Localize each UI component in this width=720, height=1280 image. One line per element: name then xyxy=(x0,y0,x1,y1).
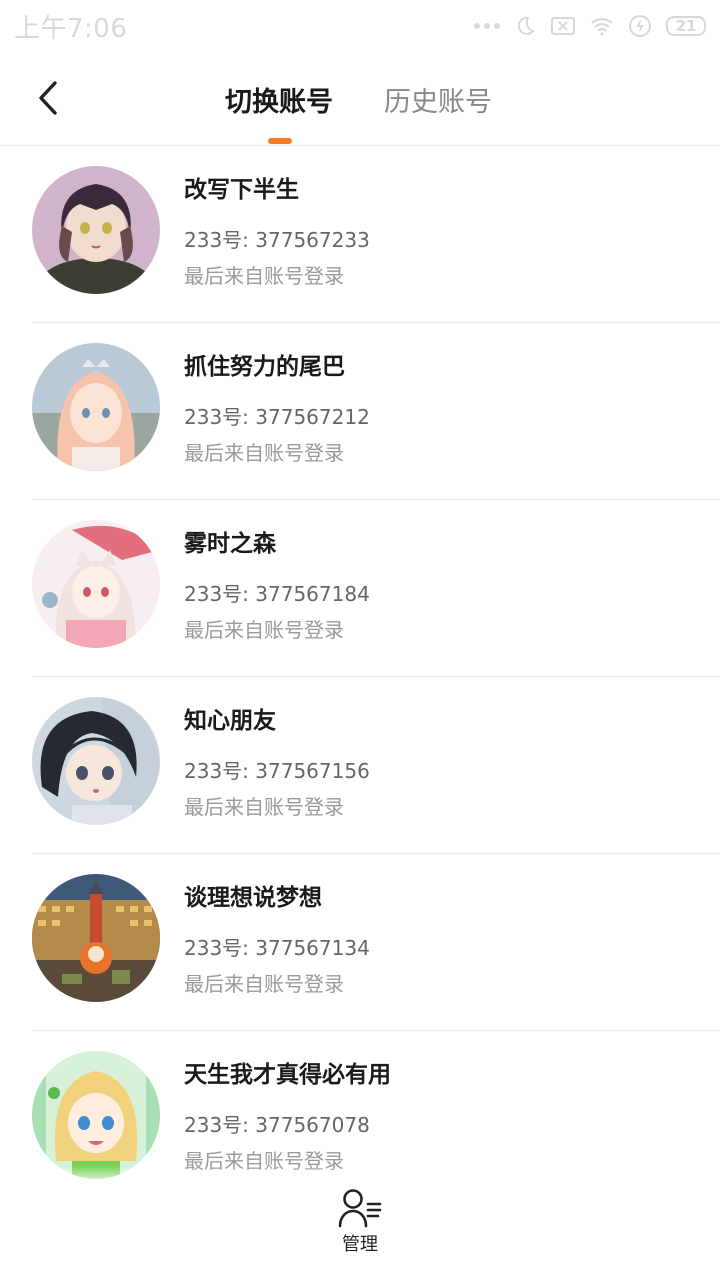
back-button[interactable] xyxy=(26,74,70,122)
status-bar: 上午7:06 21 xyxy=(0,0,720,52)
account-list: 改写下半生 233号: 377567233 最后来自账号登录 抓住努力的尾巴 2… xyxy=(0,146,720,1208)
account-id: 233号: 377567156 xyxy=(184,759,370,783)
moon-icon xyxy=(517,16,535,35)
tab-indicator xyxy=(268,138,292,144)
back-arrow-icon xyxy=(39,81,57,115)
account-id: 233号: 377567134 xyxy=(184,936,370,960)
status-time: 上午7:06 xyxy=(14,13,128,44)
charging-icon xyxy=(629,15,651,37)
tab-switch-account[interactable]: 切换账号 xyxy=(225,80,333,119)
account-name: 雾时之森 xyxy=(184,531,276,557)
account-name: 天生我才真得必有用 xyxy=(184,1062,391,1088)
signal-dots-icon xyxy=(474,23,500,29)
manage-label: 管理 xyxy=(342,1234,378,1255)
last-login-text: 最后来自账号登录 xyxy=(184,441,344,465)
account-id: 233号: 377567184 xyxy=(184,582,370,606)
header: 切换账号 历史账号 xyxy=(0,52,720,146)
list-fade xyxy=(0,1166,720,1186)
account-item[interactable]: 雾时之森 233号: 377567184 最后来自账号登录 xyxy=(32,500,720,677)
last-login-text: 最后来自账号登录 xyxy=(184,264,344,288)
account-name: 改写下半生 xyxy=(184,177,299,203)
last-login-text: 最后来自账号登录 xyxy=(184,972,344,996)
account-item[interactable]: 抓住努力的尾巴 233号: 377567212 最后来自账号登录 xyxy=(32,323,720,500)
account-id: 233号: 377567212 xyxy=(184,405,370,429)
account-name: 知心朋友 xyxy=(184,708,276,734)
avatar xyxy=(32,343,160,471)
wifi-icon xyxy=(591,18,613,36)
avatar xyxy=(32,166,160,294)
user-manage-icon xyxy=(338,1189,382,1228)
avatar xyxy=(32,697,160,825)
battery-indicator: 21 xyxy=(666,16,706,36)
avatar xyxy=(32,874,160,1002)
account-item[interactable]: 改写下半生 233号: 377567233 最后来自账号登录 xyxy=(32,146,720,323)
account-id: 233号: 377567078 xyxy=(184,1113,370,1137)
account-name: 抓住努力的尾巴 xyxy=(184,354,345,380)
avatar xyxy=(32,520,160,648)
manage-button[interactable]: 管理 xyxy=(320,1188,400,1268)
sim-off-icon xyxy=(551,17,575,35)
last-login-text: 最后来自账号登录 xyxy=(184,795,344,819)
account-name: 谈理想说梦想 xyxy=(184,885,322,911)
last-login-text: 最后来自账号登录 xyxy=(184,618,344,642)
avatar xyxy=(32,1051,160,1179)
status-icons: 21 xyxy=(474,14,706,38)
tab-history-account[interactable]: 历史账号 xyxy=(384,80,492,119)
account-id: 233号: 377567233 xyxy=(184,228,370,252)
account-item[interactable]: 谈理想说梦想 233号: 377567134 最后来自账号登录 xyxy=(32,854,720,1031)
account-item[interactable]: 知心朋友 233号: 377567156 最后来自账号登录 xyxy=(32,677,720,854)
